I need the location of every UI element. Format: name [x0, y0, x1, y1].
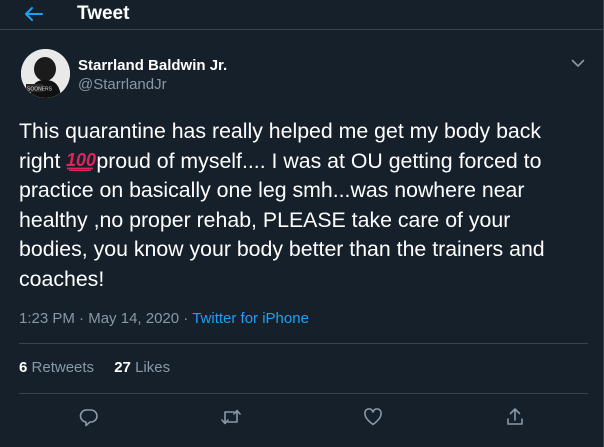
avatar-image: SOONERS — [21, 49, 70, 98]
like-button[interactable] — [360, 404, 386, 430]
meta-separator: · — [183, 310, 189, 327]
tweet-line: bodies, you know your body better than t… — [19, 237, 545, 262]
tweet-line: healthy ,no proper rehab, PLEASE take ca… — [19, 207, 511, 232]
retweet-button[interactable] — [218, 404, 244, 430]
like-icon — [364, 408, 382, 426]
tweet-line-rest: proud of myself.... I was at OU getting … — [96, 148, 542, 173]
share-button[interactable] — [502, 404, 528, 430]
tweet-line: This quarantine has really helped me get… — [19, 119, 542, 143]
avatar-badge-text: SOONERS — [27, 87, 53, 93]
tweet-line: practice on basically one leg smh...was … — [19, 178, 525, 203]
likes-stat[interactable]: 27 Likes — [114, 358, 170, 378]
author-name[interactable]: Starrland Baldwin Jr. — [78, 57, 227, 75]
likes-label: Likes — [135, 359, 171, 376]
likes-count: 27 — [114, 359, 131, 376]
divider — [19, 343, 588, 344]
tweet-text: This quarantine has really helped me get… — [19, 117, 589, 295]
retweets-count: 6 — [19, 359, 28, 376]
100-emoji-icon: 100 — [66, 150, 96, 171]
back-button[interactable] — [22, 4, 44, 24]
tweet-detail-page: Tweet SOONERS Starrland Baldwin Jr. @Sta… — [0, 0, 604, 447]
tweet-line: coaches! — [19, 266, 105, 291]
tweet-date[interactable]: May 14, 2020 — [88, 310, 179, 327]
avatar[interactable]: SOONERS — [21, 49, 70, 98]
meta-separator: · — [79, 310, 85, 327]
retweets-label: Retweets — [31, 359, 95, 376]
page-header: Tweet — [0, 0, 603, 30]
divider — [19, 393, 588, 394]
chevron-down-icon — [571, 59, 585, 67]
tweet-line: right 100 proud of myself.... I was at O… — [19, 147, 589, 177]
svg-text:100: 100 — [66, 150, 96, 170]
tweet-stats: 6 Retweets 27 Likes — [19, 358, 186, 378]
share-icon — [507, 408, 523, 425]
author-handle[interactable]: @StarrlandJr — [78, 76, 167, 94]
retweets-stat[interactable]: 6 Retweets — [19, 358, 94, 378]
reply-icon — [79, 409, 98, 427]
tweet-source-link[interactable]: Twitter for iPhone — [192, 310, 309, 327]
page-title: Tweet — [77, 3, 130, 24]
tweet-time[interactable]: 1:23 PM — [19, 310, 75, 327]
retweet-icon — [221, 409, 241, 425]
tweet-line-prefix: right — [19, 148, 61, 173]
tweet-meta: 1:23 PM · May 14, 2020 · Twitter for iPh… — [19, 309, 309, 329]
reply-button[interactable] — [76, 404, 102, 430]
arrow-left-icon — [25, 7, 43, 21]
more-options-button[interactable] — [569, 55, 587, 71]
